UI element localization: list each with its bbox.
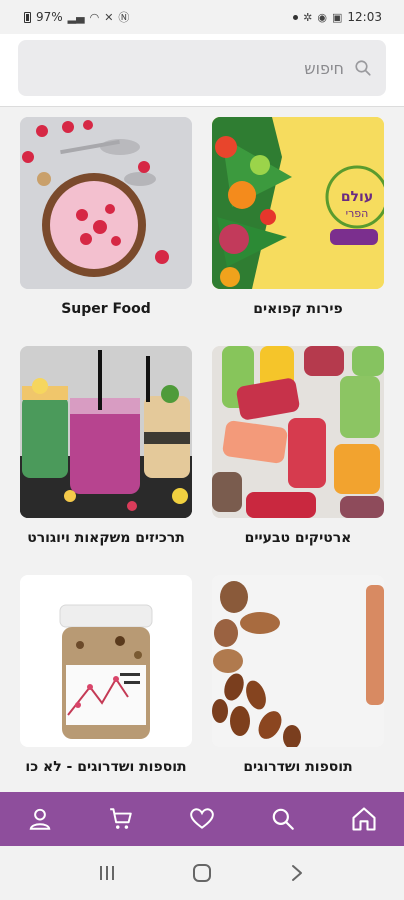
chevron-right-icon	[291, 865, 302, 881]
bottom-nav	[0, 792, 404, 846]
nav-search-button[interactable]	[263, 799, 303, 839]
notification-dot-icon	[293, 14, 299, 20]
app-notification-icon: ◉	[317, 10, 327, 24]
granola-jar-image	[20, 575, 192, 747]
category-card-super-food[interactable]: Super Food	[20, 117, 192, 342]
category-card-drinks[interactable]: תרכיזים משקאות ויוגורט	[20, 346, 192, 571]
signal-icon: ▂▄	[67, 10, 85, 24]
search-input[interactable]: חיפוש	[18, 40, 386, 96]
svg-text:הפרי: הפרי	[346, 207, 369, 220]
app-screen: 97% ▂▄ ◠ ✕ Ⓝ ✲ ◉ ▣ 12:03 חיפוש עולם הפרי…	[0, 0, 404, 900]
category-label: פירות קפואים	[253, 301, 343, 317]
search-header: חיפוש	[0, 34, 404, 106]
nav-home-button[interactable]	[344, 799, 384, 839]
search-placeholder: חיפוש	[304, 58, 344, 78]
category-label: Super Food	[61, 301, 151, 317]
category-label: ארטיקים טבעיים	[244, 530, 352, 546]
nfc-icon: Ⓝ	[118, 11, 130, 24]
category-card-frozen-fruit[interactable]: עולם הפרי פירות קפואים	[212, 117, 384, 342]
nav-profile-button[interactable]	[20, 799, 60, 839]
home-circle-icon	[192, 864, 211, 882]
category-card-toppings-no-cover[interactable]: תוספות ושדרוגים - לא כו	[20, 575, 192, 800]
recent-apps-icon	[100, 866, 115, 880]
tropical-fruits-image: עולם הפרי	[212, 117, 384, 289]
status-bar: 97% ▂▄ ◠ ✕ Ⓝ ✲ ◉ ▣ 12:03	[0, 0, 404, 34]
system-back-button[interactable]	[282, 858, 312, 888]
mute-icon: ✕	[104, 10, 114, 24]
category-card-popsicles[interactable]: ארטיקים טבעיים	[212, 346, 384, 571]
system-home-button[interactable]	[187, 858, 217, 888]
cart-icon	[110, 808, 132, 829]
settings-gear-icon: ✲	[303, 10, 313, 24]
nuts-image	[212, 575, 384, 747]
svg-text:עולם: עולם	[341, 189, 373, 205]
status-left: 97% ▂▄ ◠ ✕ Ⓝ	[24, 9, 129, 25]
smoothie-bowl-image	[20, 117, 192, 289]
category-label: תוספות ושדרוגים - לא כו	[25, 759, 187, 775]
category-label: תרכיזים משקאות ויוגורט	[27, 530, 185, 546]
system-nav-bar	[0, 846, 404, 900]
clock: 12:03	[347, 10, 382, 24]
category-card-toppings[interactable]: תוספות ושדרוגים	[212, 575, 384, 800]
category-label: תוספות ושדרוגים	[243, 759, 353, 775]
battery-level: 97%	[36, 10, 63, 24]
home-icon	[352, 807, 376, 831]
gallery-icon: ▣	[332, 10, 343, 24]
wifi-icon: ◠	[89, 10, 100, 24]
fruit-popsicles-image	[212, 346, 384, 518]
nav-favorites-button[interactable]	[182, 799, 222, 839]
search-icon	[272, 808, 294, 830]
user-icon	[30, 808, 51, 830]
heart-icon	[190, 808, 214, 829]
recent-apps-button[interactable]	[92, 858, 122, 888]
smoothie-drinks-image	[20, 346, 192, 518]
search-icon	[355, 60, 371, 76]
status-right: ✲ ◉ ▣ 12:03	[293, 10, 382, 24]
battery-icon	[24, 11, 31, 23]
header-divider	[0, 106, 404, 107]
nav-cart-button[interactable]	[101, 799, 141, 839]
